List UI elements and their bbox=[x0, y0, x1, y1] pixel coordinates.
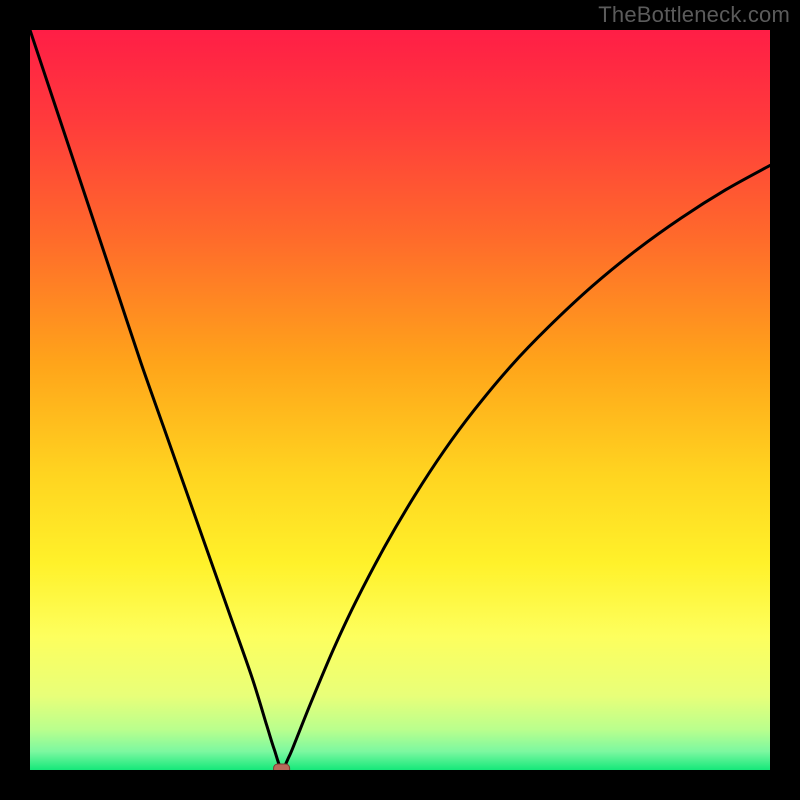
watermark-label: TheBottleneck.com bbox=[598, 2, 790, 28]
chart-frame: { "watermark": "TheBottleneck.com", "col… bbox=[0, 0, 800, 800]
bottleneck-chart bbox=[30, 30, 770, 770]
minimum-marker bbox=[274, 764, 290, 770]
chart-background bbox=[30, 30, 770, 770]
